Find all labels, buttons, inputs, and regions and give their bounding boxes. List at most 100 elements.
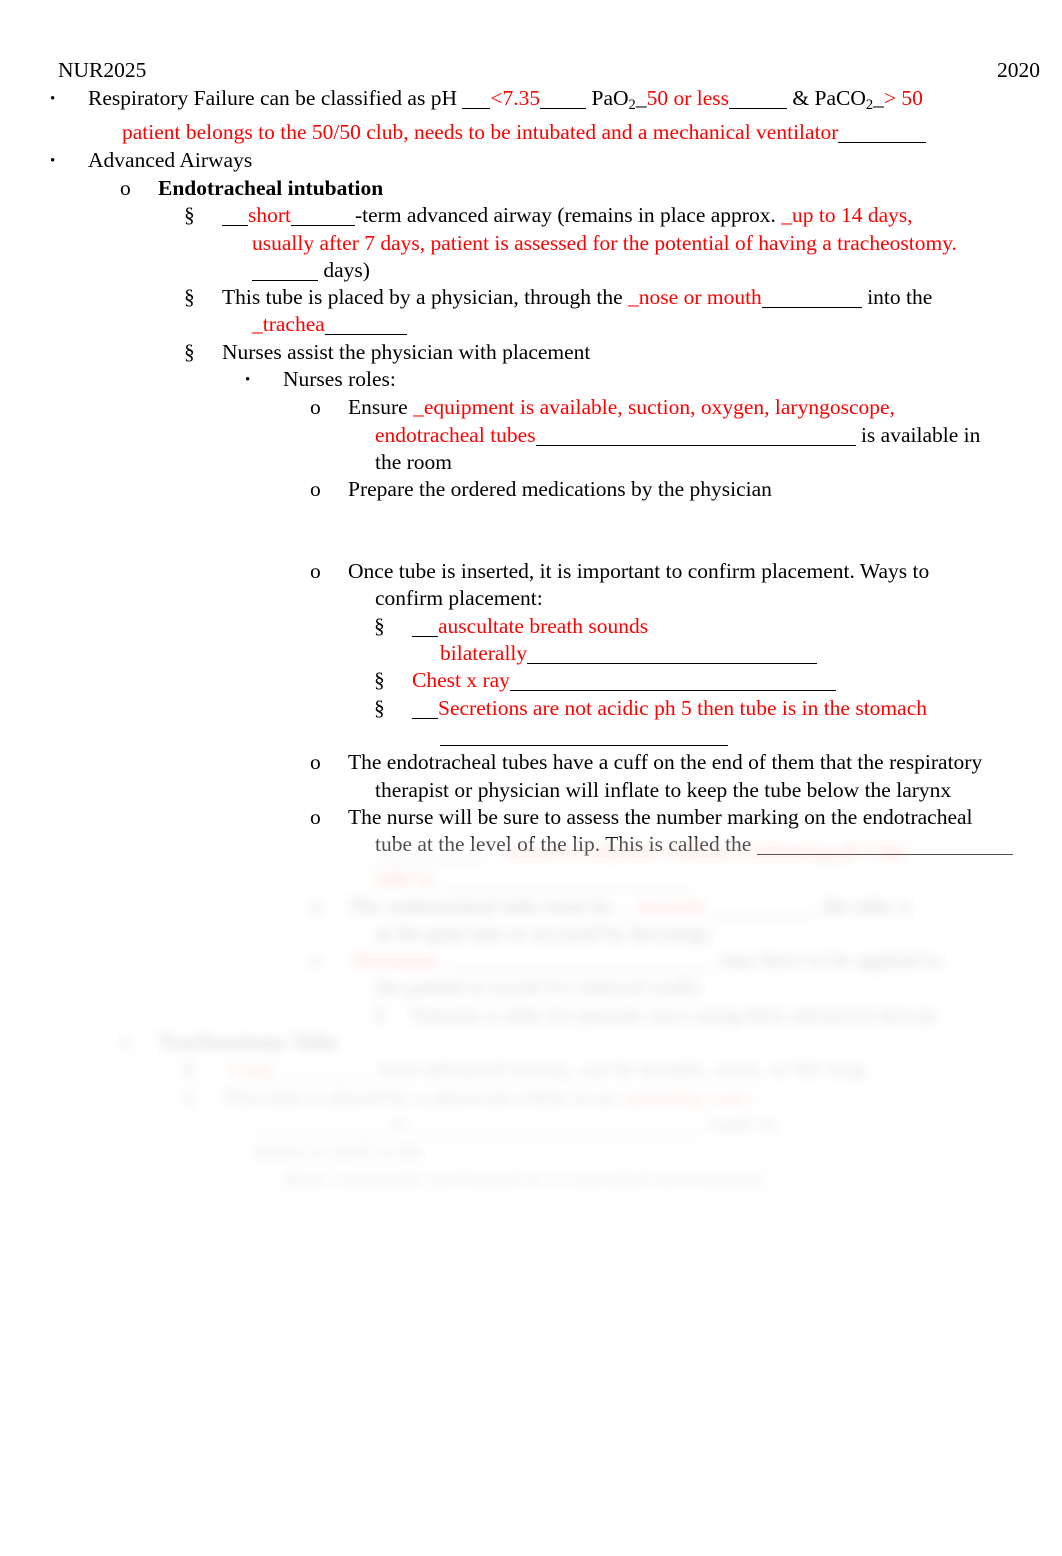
obscured-text: This tube is placed by a physician eithe… (222, 1084, 616, 1109)
obscured-line: § This tube is placed by a physician eith… (184, 1084, 1062, 1111)
tube-placed-text-b: into the (867, 285, 933, 310)
obscured-line: § Long term advanced airway, can be mont… (184, 1056, 1062, 1083)
obscured-line: § Patients is able for patients once usin… (374, 1002, 1062, 1029)
ensure-text-b: is available in (860, 422, 981, 447)
blank-obscured (375, 861, 485, 862)
blank-auscultate-pre (412, 635, 438, 637)
obscured-line: o Restraints may have to be applied to (310, 947, 1062, 974)
obscured-text: the tube is (823, 893, 912, 918)
list-item-confirm-xray: § Chest x ray (374, 667, 1062, 694)
ensure-equipment-line-2: endotracheal tubes is available in (375, 422, 1062, 449)
confirm-placement-line-2: confirm placement: (375, 585, 1062, 612)
blank-obscured (707, 915, 818, 917)
blank-lip-marking (756, 854, 1013, 856)
obscured-content-lines: answers redacted, without confirming ph … (0, 838, 1062, 1194)
blank-obscured (252, 1133, 384, 1135)
answer-days-line2: usually after 7 days, patient is assesse… (252, 230, 957, 255)
obscured-text: The endotracheal tube must be (348, 893, 612, 918)
confirm-auscultate-line-2: bilaterally (440, 640, 1062, 667)
obscured-answer: operating room (620, 1084, 753, 1109)
blank-equipment (535, 444, 856, 446)
bullet-marker: • (50, 91, 56, 107)
label-pao2-subscript: 2 (628, 97, 636, 114)
list-item-respiratory-failure: • Respiratory Failure can be classified a… (50, 85, 1062, 119)
obscured-text: or (389, 1111, 408, 1136)
answer-5050-club: patient belongs to the 50/50 club, needs… (122, 120, 839, 145)
obscured-answer: Long (227, 1057, 273, 1082)
list-item-cuff: o The endotracheal tubes have a cuff on t… (310, 749, 1062, 776)
list-item-prepare-medications: o Prepare the ordered medications by the … (310, 476, 1062, 503)
circle-marker: o (310, 477, 321, 502)
label-amp: & (792, 86, 815, 110)
answer-ph: <7.35 (490, 86, 541, 110)
document-page: NUR2025 2020 • Respiratory Failure can be… (0, 0, 1062, 1556)
nurses-roles-text: Nurses roles: (283, 367, 396, 392)
list-item-confirm-auscultate: § auscultate breath sounds (374, 613, 1062, 640)
answer-equipment-line2: endotracheal tubes (375, 422, 536, 447)
obscured-answer: Restraints (353, 948, 440, 973)
obscured-line: o Tracheostomy Tube (120, 1029, 1062, 1056)
answer-chest-xray: Chest x ray (412, 668, 510, 693)
section-marker: § (374, 668, 385, 693)
bullet-marker: • (50, 152, 56, 169)
obscured-content-region: answers redacted, without confirming ph … (0, 838, 1062, 1208)
circle-marker: o (310, 948, 321, 973)
obscured-answer: secured (636, 893, 703, 918)
blank-short-pre (222, 225, 248, 227)
list-item-endotracheal-intubation: o Endotracheal intubation (120, 175, 1062, 202)
lip-marking-text-a: The nurse will be sure to assess the num… (348, 804, 973, 829)
bullet-marker: • (245, 372, 251, 389)
obscured-text: Patients is able for patients once using… (412, 1002, 937, 1027)
lip-marking-line-2: tube at the level of the lip. This is ca… (375, 831, 1062, 858)
section-marker: § (184, 339, 195, 364)
short-term-days-line: days) (252, 257, 1062, 284)
document-body: • Respiratory Failure can be classified a… (0, 85, 1062, 858)
obscured-line: the patient to avoid it's removal orally (375, 974, 1062, 1001)
document-header: NUR2025 2020 (58, 58, 1040, 83)
obscured-text: may have to be applied to (720, 948, 942, 973)
advanced-airways-label: Advanced Airways (88, 147, 253, 172)
answer-pao2: 50 or less (646, 86, 729, 110)
answer-days-line1: _up to 14 days, (781, 203, 913, 228)
section-marker: § (374, 613, 385, 638)
section-marker: § (184, 285, 195, 310)
section-marker: § (184, 1057, 195, 1082)
blank-short-post (291, 225, 355, 227)
list-item-confirm-secretions: § Secretions are not acidic ph 5 then tub… (374, 695, 1062, 722)
confirm-secretions-line-2 (440, 722, 1062, 749)
blank-ph-2 (540, 108, 587, 109)
obscured-text: stoma in neck at the (252, 1139, 424, 1164)
lip-marking-text-b: tube at the level of the lip. This is ca… (375, 832, 752, 857)
obscured-text: Tracheostomy Tube (158, 1030, 339, 1055)
obscured-text: term advanced airway, can be months, yea… (379, 1057, 866, 1082)
obscured-line: tube in (375, 865, 1062, 892)
obscured-answer: tube in (375, 866, 435, 891)
answer-secretions: Secretions are not acidic ph 5 then tube… (438, 695, 927, 720)
bullet-marker: • (245, 1171, 251, 1188)
blank-ph (462, 108, 491, 109)
answer-short: short (248, 203, 291, 228)
list-item-confirm-placement: o Once tube is inserted, it is important … (310, 558, 1062, 585)
circle-marker: o (310, 804, 321, 829)
section-marker: § (184, 1084, 195, 1109)
list-item-short-term-airway: § short -term advanced airway (remains in … (184, 202, 1062, 229)
cuff-text-a: The endotracheal tubes have a cuff on th… (348, 750, 983, 775)
short-term-text: -term advanced airway (remains in place … (355, 203, 776, 228)
answer-bilaterally: bilaterally (440, 641, 528, 666)
answer-trachea: _trachea (252, 312, 325, 337)
answer-paco2-prefix: _ (873, 86, 884, 110)
answer-pao2-prefix: _ (635, 86, 647, 110)
short-term-days-text: days) (323, 257, 370, 282)
obscured-text: the patient to avoid it's removal orally (375, 975, 702, 1000)
obscured-line: or made in (252, 1111, 1062, 1138)
obscured-line: stoma in neck at the (252, 1138, 1062, 1165)
document-year: 2020 (997, 58, 1040, 82)
label-paco2: PaCO (814, 86, 866, 110)
obscured-fade-overlay (0, 838, 1062, 1208)
nurses-assist-text: Nurses assist the physician with placeme… (222, 339, 591, 364)
obscured-line: • Most commonly performed in a controlled… (245, 1166, 1062, 1194)
section-marker: § (374, 1002, 385, 1027)
blank-trachea (324, 334, 407, 336)
blank-auscultate-post (527, 663, 818, 665)
